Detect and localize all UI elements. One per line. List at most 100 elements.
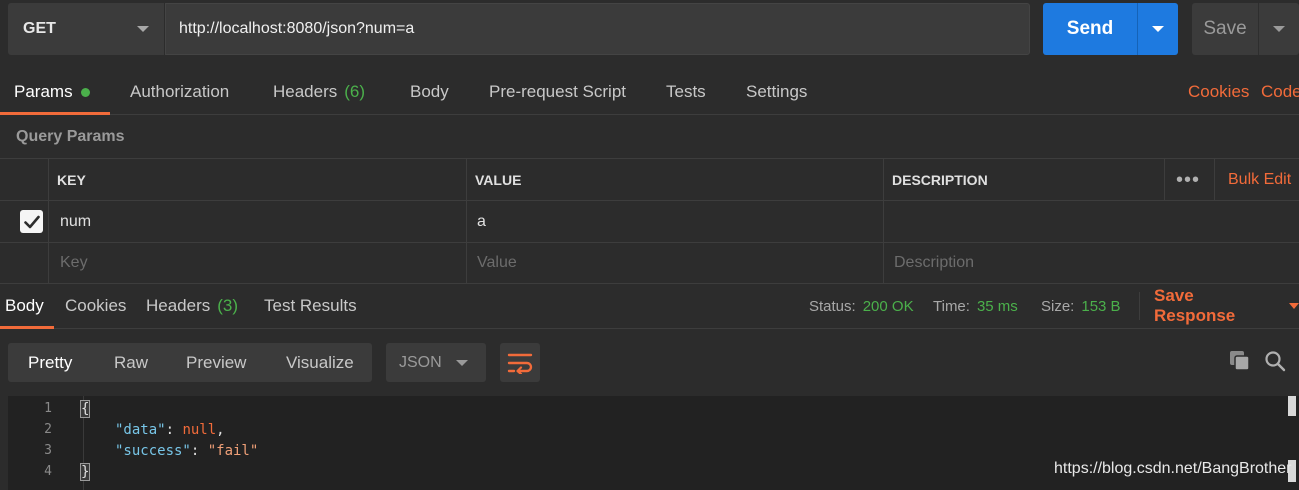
json-colon: : [165,421,183,438]
response-tab-label: Headers [146,296,211,315]
watermark-text: https://blog.csdn.net/BangBrother [1054,460,1292,477]
table-row: num a [0,201,1299,243]
tab-count: (6) [344,82,366,101]
tab-label: Params [14,82,73,101]
response-tab-headers[interactable]: Headers (3) [146,284,238,328]
value-placeholder-input[interactable]: Value [466,243,883,283]
line-number: 3 [44,443,52,458]
tab-params[interactable]: Params [0,69,110,115]
line-number: 4 [44,464,52,479]
code-link[interactable]: Code [1261,69,1299,115]
param-value-cell[interactable]: a [466,201,883,242]
key-header: KEY [48,159,466,200]
cookies-link[interactable]: Cookies [1188,69,1249,115]
code-text: "success": "fail" [115,443,258,459]
chevron-down-icon [1289,303,1299,309]
preview-button[interactable]: Preview [186,343,246,382]
param-key-cell[interactable]: num [48,201,466,242]
tab-authorization[interactable]: Authorization [130,69,229,115]
value-header: VALUE [466,159,883,200]
line-number: 2 [44,422,52,437]
format-select-label: JSON [399,353,442,371]
code-line: 3 "success": "fail" [8,440,1282,461]
table-row-empty: Key Value Description [0,243,1299,284]
tab-body[interactable]: Body [410,69,449,115]
code-line: 1 { [8,398,1282,419]
time-label: Time: [933,297,970,315]
send-label: Send [1066,18,1114,39]
status-value: 200 OK [862,297,914,315]
status-info: Status: 200 OK [809,284,914,328]
scrollbar-thumb[interactable] [1288,396,1296,416]
chevron-down-icon [137,26,149,32]
tab-pre-request-script[interactable]: Pre-request Script [489,69,626,115]
json-value: null [182,421,217,438]
visualize-button[interactable]: Visualize [286,343,354,382]
tab-label: Body [410,82,449,101]
response-tab-test-results[interactable]: Test Results [264,284,357,328]
response-tab-count: (3) [217,296,239,315]
search-icon[interactable] [1264,350,1286,372]
param-description-cell[interactable] [883,201,1299,242]
copy-icon[interactable] [1229,350,1251,372]
response-tab-label: Test Results [264,296,357,315]
size-label: Size: [1041,297,1075,315]
tab-label: Authorization [130,82,230,101]
code-text: "data": null, [115,422,225,438]
json-comma: , [216,421,225,438]
open-brace: { [79,399,91,418]
description-header: DESCRIPTION [883,159,1164,200]
time-info: Time: 35 ms [933,284,1018,328]
chevron-down-icon[interactable] [1273,26,1285,32]
tab-headers[interactable]: Headers (6) [273,69,365,115]
code-text: { [79,399,91,418]
format-select[interactable]: JSON [386,343,486,382]
close-brace: } [79,462,91,481]
method-select[interactable]: GET [8,3,164,55]
url-input[interactable]: http://localhost:8080/json?num=a [165,3,1030,55]
json-colon: : [190,442,208,459]
wrap-lines-button[interactable] [500,343,540,382]
json-key: "success" [115,442,191,459]
response-tab-label: Body [5,296,44,315]
cookies-link-label: Cookies [1188,82,1250,101]
code-link-label: Code [1261,82,1299,101]
tab-tests[interactable]: Tests [666,69,706,115]
table-header-row: KEY VALUE DESCRIPTION ••• Bulk Edit [0,159,1299,201]
tab-label: Tests [666,82,706,101]
json-value: "fail" [207,442,259,459]
tab-settings[interactable]: Settings [746,69,807,115]
raw-button[interactable]: Raw [114,343,148,382]
more-options-icon[interactable]: ••• [1176,159,1200,201]
size-value: 153 B [1081,297,1121,315]
save-response-label: Save Response [1154,286,1236,325]
pretty-button[interactable]: Pretty [28,343,72,382]
key-placeholder-input[interactable]: Key [48,243,466,283]
param-checkbox[interactable] [20,210,43,233]
query-params-table: KEY VALUE DESCRIPTION ••• Bulk Edit num … [0,158,1299,284]
bulk-edit-link[interactable]: Bulk Edit [1214,159,1291,201]
url-text: http://localhost:8080/json?num=a [179,20,415,37]
active-tab-underline [0,112,110,115]
active-tab-underline [0,326,54,329]
chevron-down-icon[interactable] [1152,26,1164,32]
line-number: 1 [44,401,52,416]
response-tab-label: Cookies [65,296,127,315]
size-info: Size: 153 B [1041,284,1121,328]
status-label: Status: [809,297,856,315]
send-button[interactable]: Send [1043,3,1178,55]
tab-label: Pre-request Script [489,82,626,101]
request-tabs: Params Authorization Headers (6) Body Pr… [0,69,1299,115]
json-key: "data" [115,421,166,438]
response-bar: Body Cookies Headers (3) Test Results St… [0,284,1299,329]
response-tab-cookies[interactable]: Cookies [65,284,126,328]
tab-label: Headers [273,82,338,101]
save-label: Save [1203,18,1247,39]
wrap-lines-icon [507,353,533,374]
save-response-button[interactable]: Save Response [1139,286,1299,325]
response-tab-body[interactable]: Body [0,284,54,329]
description-placeholder-input[interactable]: Description [883,243,1299,283]
save-button[interactable]: Save [1192,3,1299,55]
checkbox-check-icon [23,215,40,228]
format-toggle-group: Pretty Raw Preview Visualize [8,343,372,382]
